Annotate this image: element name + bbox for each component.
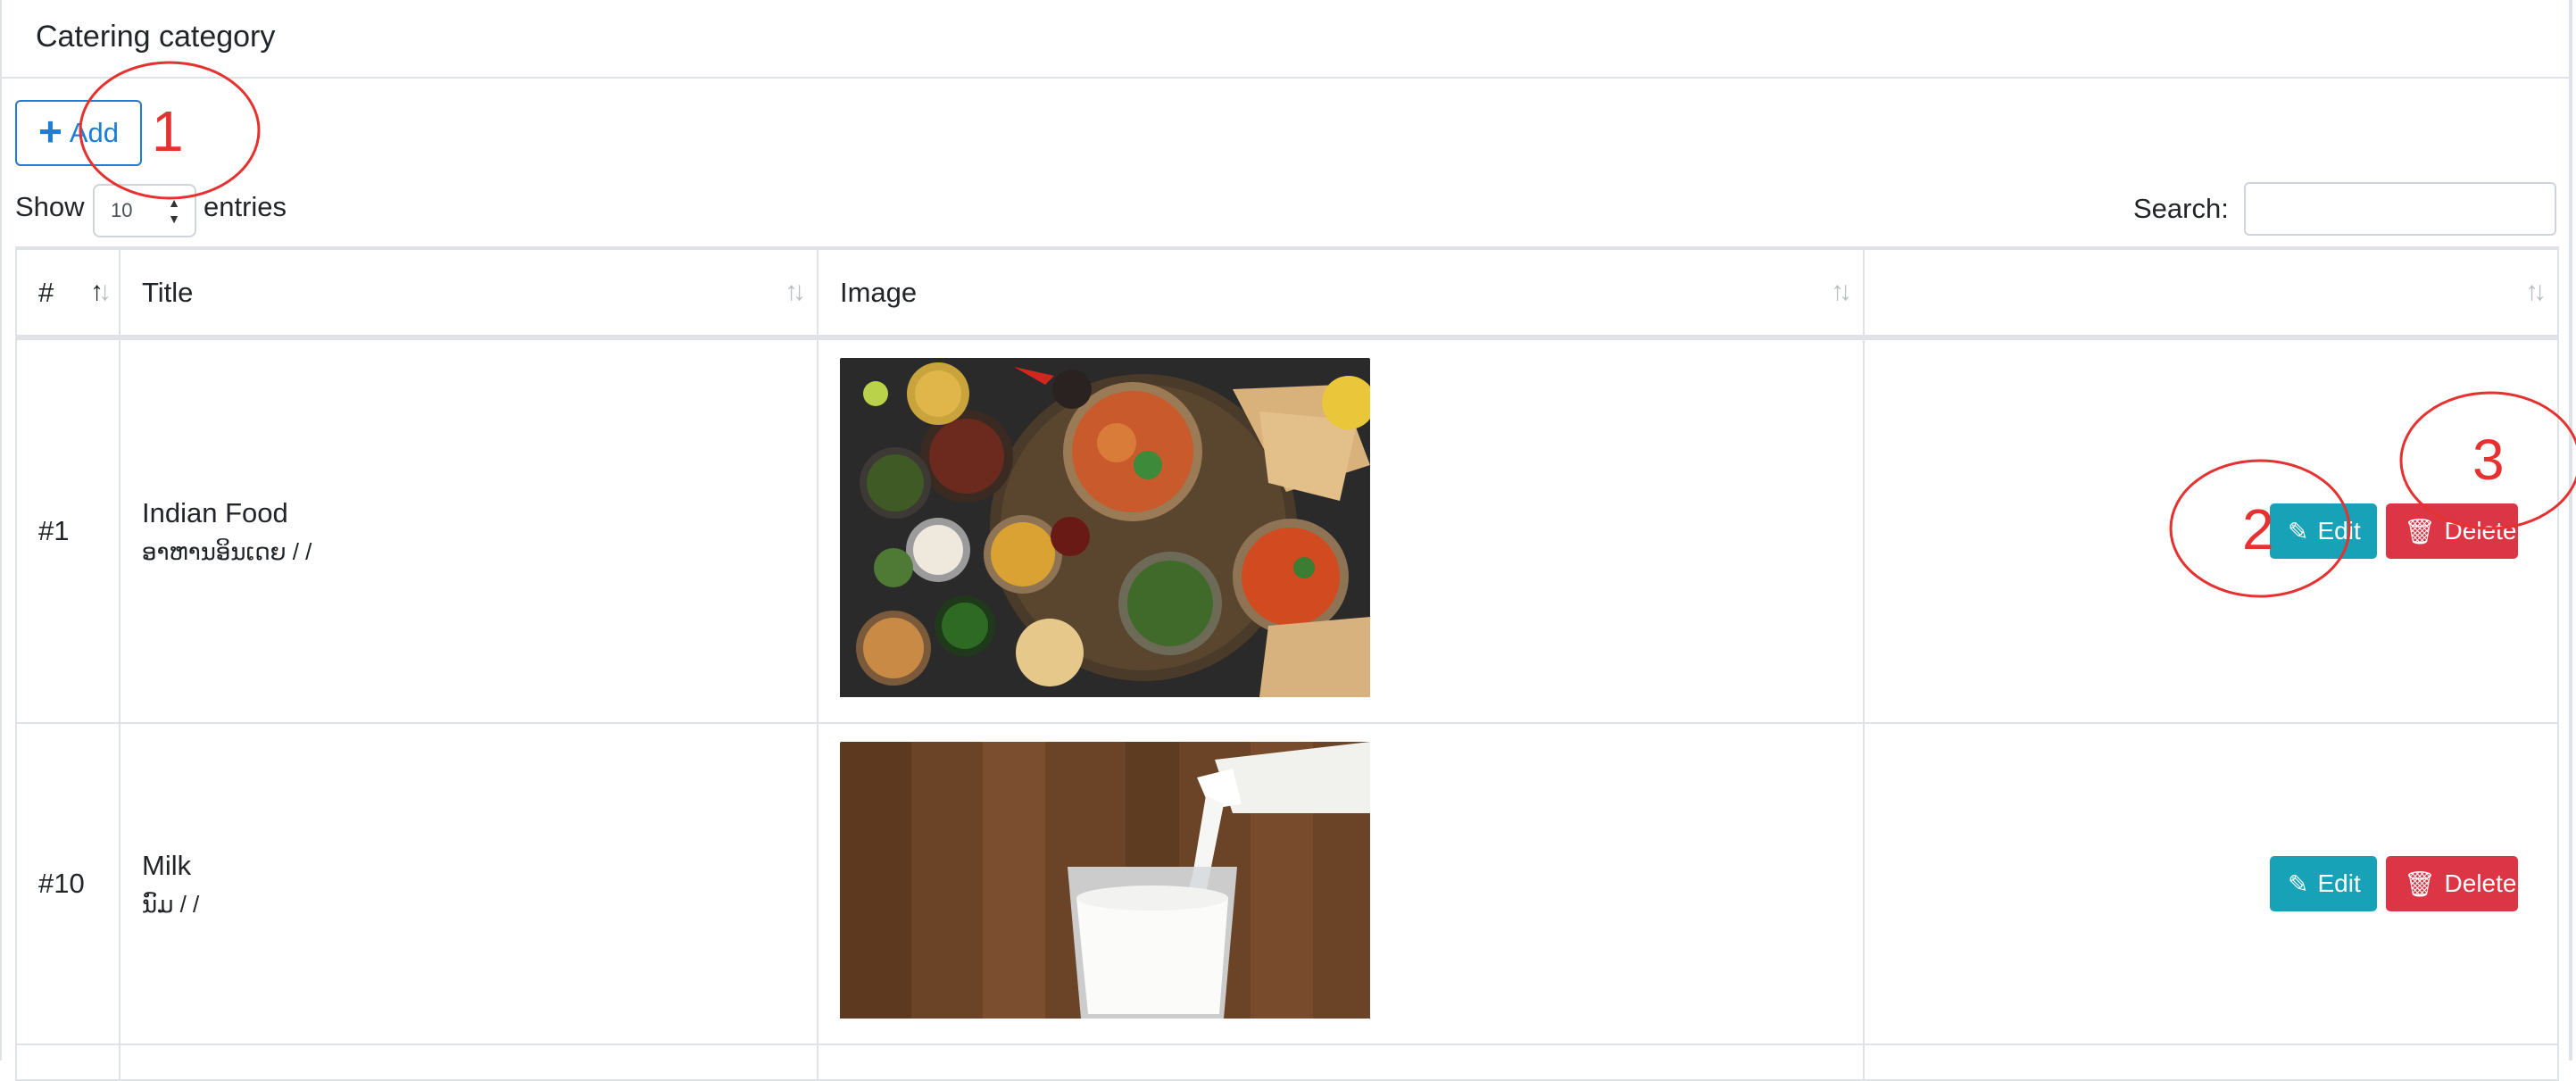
row-title-cell: Indian Food ອາຫານອິນເດຍ / / <box>119 337 819 724</box>
table-row: #1 Indian Food ອາຫານອິນເດຍ / / ✎ Edit 🗑 … <box>15 337 2559 724</box>
trash-icon: 🗑 <box>2404 517 2436 545</box>
edit-button[interactable]: ✎ Edit <box>2270 503 2377 559</box>
sort-icon: ↑↓ <box>2525 277 2547 306</box>
column-header-title[interactable]: Title ↑↓ <box>119 246 819 340</box>
row-id: #1 <box>15 337 120 724</box>
pencil-icon: ✎ <box>2288 517 2309 545</box>
column-header-actions[interactable]: ↑↓ <box>1863 246 2559 340</box>
row-image-cell <box>817 722 1865 1045</box>
milk-image <box>840 742 1370 1026</box>
annotation-number-3: 3 <box>2472 428 2505 492</box>
indian-food-image <box>840 358 1370 704</box>
page-title: Catering category <box>36 20 276 54</box>
sort-arrows-icon: ▲ ▼ <box>168 195 180 226</box>
row-title: Indian Food <box>142 496 288 528</box>
column-header-image[interactable]: Image ↑↓ <box>817 246 1865 340</box>
sort-ascending-icon: ↑↓ <box>90 277 112 306</box>
add-button[interactable]: + Add <box>15 100 142 166</box>
entries-length-select[interactable]: 10 ▲ ▼ <box>93 184 196 237</box>
table-row <box>15 1044 2559 1081</box>
show-label: Show <box>15 191 85 222</box>
table-row: #10 Milk ນົມ / / ✎ Edit 🗑 Delete <box>15 722 2559 1045</box>
search-label: Search: <box>2133 193 2229 224</box>
delete-button[interactable]: 🗑 Delete <box>2386 856 2518 911</box>
search-input[interactable] <box>2244 182 2556 236</box>
pencil-icon: ✎ <box>2288 869 2309 898</box>
sort-icon: ↑↓ <box>785 277 806 306</box>
trash-icon: 🗑 <box>2404 869 2436 898</box>
row-image-cell <box>817 337 1865 724</box>
delete-button[interactable]: 🗑 Delete <box>2386 503 2518 559</box>
row-subtitle: ນົມ / / <box>142 890 200 918</box>
annotation-number-1: 1 <box>152 99 184 163</box>
edit-button[interactable]: ✎ Edit <box>2270 856 2377 911</box>
entries-length-value: 10 <box>111 199 133 221</box>
table-header-row: # ↑↓ Title ↑↓ Image ↑↓ ↑↓ <box>15 246 2559 340</box>
annotation-number-2: 2 <box>2242 497 2274 561</box>
sort-icon: ↑↓ <box>1831 277 1852 306</box>
row-subtitle: ອາຫານອິນເດຍ / / <box>142 537 312 565</box>
row-id: #10 <box>15 722 120 1045</box>
row-actions-cell: ✎ Edit 🗑 Delete <box>1863 337 2559 724</box>
row-title-cell: Milk ນົມ / / <box>119 722 819 1045</box>
add-button-label: Add <box>69 117 120 148</box>
column-header-id[interactable]: # ↑↓ <box>15 246 120 340</box>
entries-label: entries <box>204 191 287 222</box>
card-header: Catering category <box>0 0 2571 79</box>
row-title: Milk <box>142 849 192 881</box>
plus-icon: + <box>37 108 62 154</box>
catering-table: # ↑↓ Title ↑↓ Image ↑↓ ↑↓ #1 Indian Food… <box>15 246 2559 1081</box>
row-actions-cell: ✎ Edit 🗑 Delete <box>1863 722 2559 1045</box>
